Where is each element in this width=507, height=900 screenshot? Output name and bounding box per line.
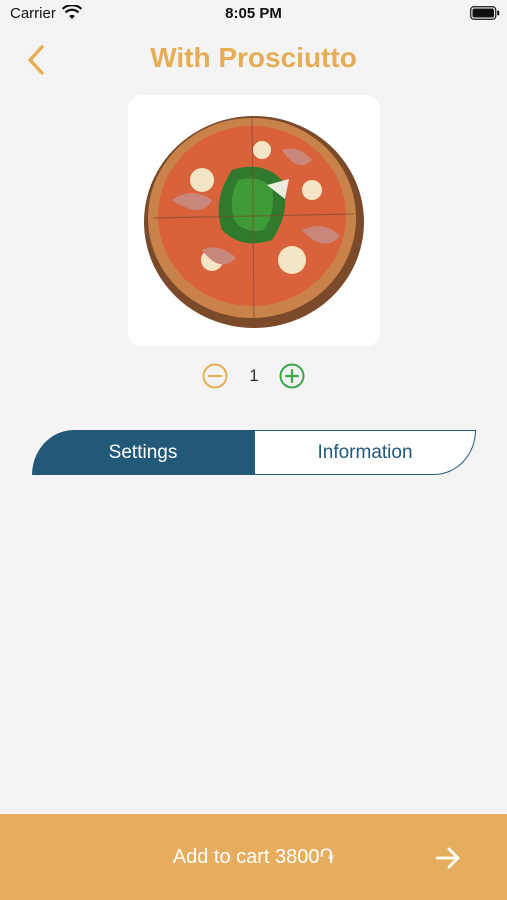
product-image-card	[128, 95, 380, 346]
tab-settings[interactable]: Settings	[32, 430, 254, 475]
status-time: 8:05 PM	[225, 5, 282, 22]
status-bar: Carrier 8:05 PM	[0, 0, 507, 28]
tab-information[interactable]: Information	[254, 430, 476, 475]
minus-circle-icon[interactable]	[202, 363, 228, 389]
plus-circle-icon[interactable]	[279, 363, 305, 389]
quantity-value: 1	[249, 366, 259, 385]
add-to-cart-label: Add to cart 3800֏	[172, 846, 335, 868]
tab-bar: Settings Information	[32, 430, 476, 475]
battery-icon	[470, 6, 500, 20]
add-to-cart-button[interactable]: Add to cart 3800֏	[0, 814, 507, 900]
pizza-image	[144, 115, 364, 328]
arrow-right-icon	[435, 847, 460, 869]
page-title: With Prosciutto	[150, 42, 357, 73]
